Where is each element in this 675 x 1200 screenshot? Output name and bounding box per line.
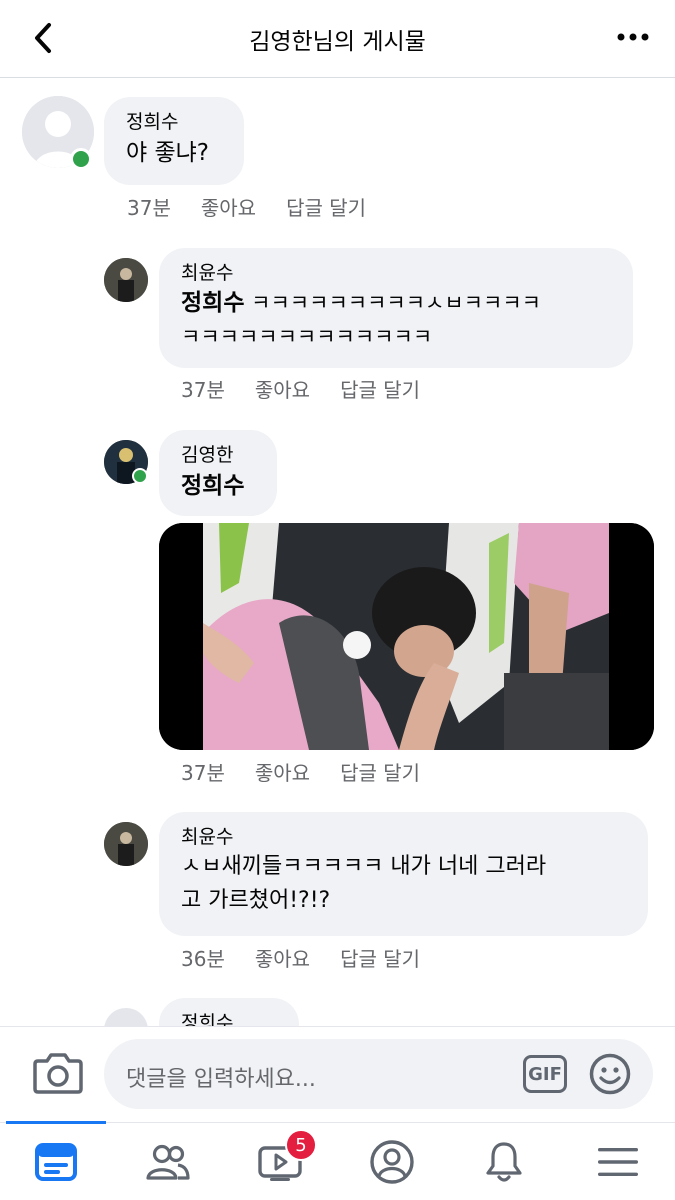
sticker-button[interactable] <box>589 1053 631 1095</box>
top-bar: 김영한님의 게시물 <box>0 0 675 78</box>
profile-photo-icon <box>104 258 148 302</box>
comment-author[interactable]: 최윤수 <box>181 824 626 850</box>
comment-text: 야 좋냐? <box>126 140 209 166</box>
online-status-indicator <box>132 468 148 484</box>
comment-composer: 댓글을 입력하세요... GIF <box>0 1026 675 1122</box>
tab-notifications[interactable] <box>448 1123 560 1200</box>
profile-icon <box>370 1140 414 1184</box>
like-button[interactable]: 좋아요 <box>255 943 310 972</box>
avatar[interactable] <box>104 258 148 302</box>
comment-gif-image[interactable] <box>159 523 654 750</box>
mention-tag[interactable]: 정희수 <box>181 290 244 316</box>
reply-button[interactable]: 답글 달기 <box>340 943 420 972</box>
comment-text-line: ㅅㅂ새끼들ㅋㅋㅋㅋㅋ 내가 너네 그러라 <box>181 854 547 879</box>
tab-watch[interactable] <box>224 1123 336 1200</box>
like-button[interactable]: 좋아요 <box>255 757 310 786</box>
reply-button[interactable]: 답글 달기 <box>286 192 366 221</box>
comment-time[interactable]: 36분 <box>181 943 225 972</box>
news-feed-icon <box>35 1143 77 1181</box>
comment-time[interactable]: 37분 <box>127 192 171 221</box>
like-button[interactable]: 좋아요 <box>201 192 256 221</box>
tab-friends[interactable] <box>112 1123 224 1200</box>
comment-bubble[interactable]: 최윤수 ㅅㅂ새끼들ㅋㅋㅋㅋㅋ 내가 너네 그러라 고 가르쳤어!?!? <box>159 812 648 936</box>
comment-author[interactable]: 최윤수 <box>181 260 611 286</box>
bottom-tab-bar <box>0 1121 675 1200</box>
comment-actions: 37분 좋아요 답글 달기 <box>127 192 366 221</box>
menu-icon <box>598 1148 638 1176</box>
comment-input-placeholder[interactable]: 댓글을 입력하세요... <box>126 1061 316 1093</box>
comment-text-line: 고 가르쳤어!?!? <box>181 888 331 913</box>
like-button[interactable]: 좋아요 <box>255 374 310 403</box>
comment-text-line: ㅋㅋㅋㅋㅋㅋㅋㅋㅋㅅㅂㅋㅋㅋㅋ <box>244 291 541 315</box>
comment-author[interactable]: 정희수 <box>126 109 222 135</box>
mention-text[interactable]: 정희수 <box>181 473 244 499</box>
comment-bubble[interactable]: 정희수 야 좋냐? <box>104 97 244 185</box>
comment-text: ㅅㅂ새끼들ㅋㅋㅋㅋㅋ 내가 너네 그러라 고 가르쳤어!?!? <box>181 850 626 918</box>
watch-notification-badge: 5 <box>285 1129 317 1161</box>
comment-actions: 37분 좋아요 답글 달기 <box>181 374 420 403</box>
profile-photo-icon <box>104 822 148 866</box>
comment-text-line: ㅋㅋㅋㅋㅋㅋㅋㅋㅋㅋㅋㅋㅋ <box>181 325 433 349</box>
camera-button[interactable] <box>32 1049 84 1097</box>
tab-menu[interactable] <box>562 1123 674 1200</box>
camera-icon <box>33 1053 83 1094</box>
tab-profile[interactable] <box>336 1123 448 1200</box>
more-options-button[interactable] <box>613 22 653 52</box>
avatar[interactable] <box>104 822 148 866</box>
gif-scene-image <box>159 523 654 750</box>
notifications-icon <box>486 1142 522 1182</box>
comment-bubble[interactable]: 최윤수 정희수 ㅋㅋㅋㅋㅋㅋㅋㅋㅋㅅㅂㅋㅋㅋㅋ ㅋㅋㅋㅋㅋㅋㅋㅋㅋㅋㅋㅋㅋ <box>159 248 633 368</box>
comment-time[interactable]: 37분 <box>181 757 225 786</box>
reply-button[interactable]: 답글 달기 <box>340 374 420 403</box>
comment-time[interactable]: 37분 <box>181 374 225 403</box>
comment-actions: 36분 좋아요 답글 달기 <box>181 943 420 972</box>
smiley-icon <box>589 1053 631 1095</box>
comment-text: 정희수 ㅋㅋㅋㅋㅋㅋㅋㅋㅋㅅㅂㅋㅋㅋㅋ ㅋㅋㅋㅋㅋㅋㅋㅋㅋㅋㅋㅋㅋ <box>181 286 611 354</box>
comment-author[interactable]: 김영한 <box>181 442 255 468</box>
friends-icon <box>146 1144 190 1180</box>
more-dots-icon <box>617 33 649 41</box>
online-status-indicator <box>70 148 92 170</box>
mention-tag[interactable]: 정희수 <box>181 468 255 504</box>
gif-button[interactable]: GIF <box>523 1055 567 1093</box>
comment-actions: 37분 좋아요 답글 달기 <box>181 757 420 786</box>
comment-bubble[interactable]: 김영한 정희수 <box>159 430 277 516</box>
page-title: 김영한님의 게시물 <box>249 29 426 55</box>
tab-news-feed[interactable] <box>0 1123 112 1200</box>
reply-button[interactable]: 답글 달기 <box>340 757 420 786</box>
